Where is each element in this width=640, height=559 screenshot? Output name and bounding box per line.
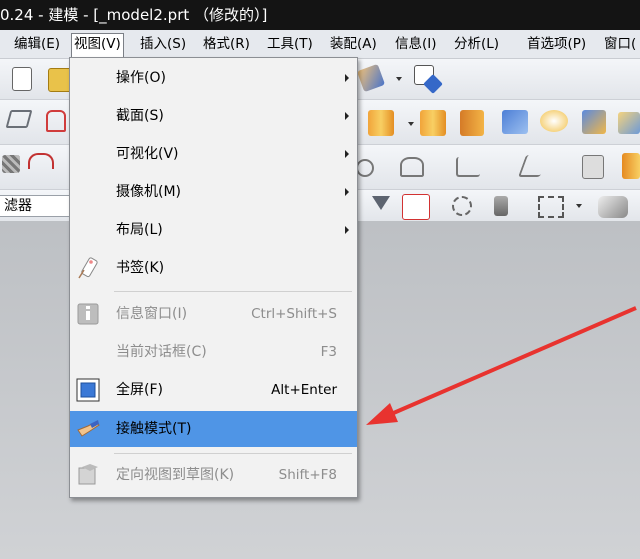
chamfer-icon[interactable] xyxy=(582,110,606,134)
select-box-icon[interactable] xyxy=(538,196,564,218)
submenu-arrow-icon xyxy=(345,188,349,196)
type-filter[interactable]: 滤器 xyxy=(0,195,73,217)
menu-item-current-dialog[interactable]: 当前对话框(C) F3 xyxy=(70,335,357,369)
menu-preferences[interactable]: 首选项(P) xyxy=(525,34,588,54)
filter-icon[interactable] xyxy=(372,196,390,210)
menu-item-orient-view-to-sketch[interactable]: 定向视图到草图(K) Shift+F8 xyxy=(70,458,357,492)
menu-separator xyxy=(114,291,352,292)
menu-item-camera[interactable]: 摄像机(M) xyxy=(70,175,357,209)
menu-bar: 编辑(E) 视图(V) 插入(S) 格式(R) 工具(T) 装配(A) 信息(I… xyxy=(0,30,640,59)
submenu-arrow-icon xyxy=(345,226,349,234)
sketch-icon[interactable] xyxy=(5,110,33,128)
rotate-icon[interactable] xyxy=(452,196,472,216)
menu-item-bookmark[interactable]: 书签(K) xyxy=(70,251,357,285)
new-file-icon[interactable] xyxy=(12,67,32,91)
menu-item-shortcut: F3 xyxy=(320,344,337,360)
dropdown-arrow-icon[interactable] xyxy=(408,122,414,126)
bookmark-icon xyxy=(78,257,98,279)
shell-icon[interactable] xyxy=(618,112,640,134)
blend-icon[interactable] xyxy=(540,110,568,132)
title-bar: 0.24 - 建模 - [_model2.prt （修改的）] xyxy=(0,0,640,30)
menu-item-label: 全屏(F) xyxy=(116,382,163,398)
dropdown-arrow-icon[interactable] xyxy=(396,77,402,81)
menu-item-label: 定向视图到草图(K) xyxy=(116,467,235,483)
snap-point-icon[interactable] xyxy=(402,194,430,220)
orient-view-icon xyxy=(78,464,98,485)
menu-item-visualization[interactable]: 可视化(V) xyxy=(70,137,357,171)
menu-item-label: 接触模式(T) xyxy=(116,421,192,437)
arc-icon[interactable] xyxy=(28,153,54,169)
menu-view[interactable]: 视图(V) xyxy=(71,33,124,59)
menu-item-operation[interactable]: 操作(O) xyxy=(70,61,357,95)
view-cube-icon[interactable] xyxy=(598,196,628,218)
constraint-icon[interactable] xyxy=(456,157,480,177)
menu-item-label: 信息窗口(I) xyxy=(116,306,188,322)
touch-mode-icon[interactable] xyxy=(356,63,386,93)
curve-icon[interactable] xyxy=(400,157,424,177)
menu-tools[interactable]: 工具(T) xyxy=(265,34,315,54)
block-icon[interactable] xyxy=(502,110,528,134)
menu-edit[interactable]: 编辑(E) xyxy=(12,34,62,54)
menu-item-label: 截面(S) xyxy=(116,108,164,124)
window-title: 0.24 - 建模 - [_model2.prt （修改的）] xyxy=(0,6,268,24)
fullscreen-icon xyxy=(76,378,100,402)
grid-icon[interactable] xyxy=(2,155,20,173)
annotation-arrow xyxy=(366,306,637,425)
menu-item-label: 摄像机(M) xyxy=(116,184,182,200)
extrude-icon[interactable] xyxy=(368,110,394,136)
annotation-arrow-head xyxy=(366,403,398,425)
menu-item-information-window[interactable]: 信息窗口(I) Ctrl+Shift+S xyxy=(70,297,357,331)
menu-item-shortcut: Alt+Enter xyxy=(271,382,337,398)
touch-hand-icon xyxy=(77,420,100,437)
menu-insert[interactable]: 插入(S) xyxy=(138,34,188,54)
menu-item-full-screen[interactable]: 全屏(F) Alt+Enter xyxy=(70,373,357,407)
menu-item-label: 布局(L) xyxy=(116,222,163,238)
revolve-icon[interactable] xyxy=(420,110,446,136)
menu-item-touch-mode[interactable]: 接触模式(T) xyxy=(70,411,357,447)
pan-icon[interactable] xyxy=(494,196,508,216)
dropdown-arrow-icon[interactable] xyxy=(576,204,582,208)
view-menu-dropdown: 操作(O) 截面(S) 可视化(V) 摄像机(M) 布局(L) 书签(K) 信息… xyxy=(69,57,358,498)
menu-separator xyxy=(114,453,352,454)
profile-icon[interactable] xyxy=(46,110,66,132)
annotation-arrow-shaft xyxy=(381,306,637,420)
menu-item-label: 当前对话框(C) xyxy=(116,344,207,360)
menu-item-layout[interactable]: 布局(L) xyxy=(70,213,357,247)
hole-icon[interactable] xyxy=(460,110,484,136)
info-icon xyxy=(77,303,99,325)
submenu-arrow-icon xyxy=(345,150,349,158)
menu-format[interactable]: 格式(R) xyxy=(201,34,252,54)
menu-information[interactable]: 信息(I) xyxy=(393,34,439,54)
submenu-arrow-icon xyxy=(345,74,349,82)
menu-assembly[interactable]: 装配(A) xyxy=(328,34,379,54)
menu-item-shortcut: Ctrl+Shift+S xyxy=(251,306,337,322)
circle-icon[interactable] xyxy=(356,159,374,177)
menu-window[interactable]: 窗口( xyxy=(602,34,638,54)
menu-item-section[interactable]: 截面(S) xyxy=(70,99,357,133)
menu-item-label: 操作(O) xyxy=(116,70,166,86)
menu-item-label: 可视化(V) xyxy=(116,146,179,162)
menu-item-shortcut: Shift+F8 xyxy=(278,467,337,483)
menu-item-label: 书签(K) xyxy=(116,260,165,276)
submenu-arrow-icon xyxy=(345,112,349,120)
pad-icon[interactable] xyxy=(622,153,640,179)
attribute-icon[interactable] xyxy=(582,155,604,179)
menu-analysis[interactable]: 分析(L) xyxy=(452,34,501,54)
trim-icon[interactable] xyxy=(517,155,549,177)
